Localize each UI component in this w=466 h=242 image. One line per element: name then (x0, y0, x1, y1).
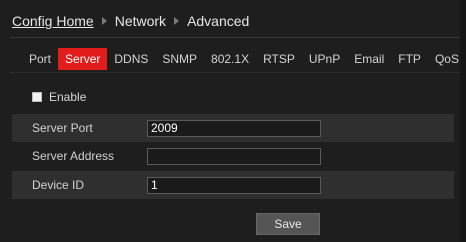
config-panel: Config Home Network Advanced Port Server… (0, 0, 466, 242)
server-port-row: Server Port (12, 114, 454, 142)
server-address-row: Server Address (12, 142, 454, 170)
header-divider (10, 37, 466, 38)
tab-rtsp[interactable]: RTSP (256, 48, 302, 70)
device-id-input[interactable] (147, 176, 321, 194)
breadcrumb-separator-icon (174, 17, 180, 25)
tab-upnp[interactable]: UPnP (302, 48, 347, 70)
breadcrumb-home-link[interactable]: Config Home (12, 13, 94, 29)
breadcrumb-network: Network (114, 13, 167, 29)
tab-email[interactable]: Email (347, 48, 391, 70)
server-port-label: Server Port (32, 121, 93, 135)
server-address-input[interactable] (147, 147, 321, 165)
device-id-row: Device ID (12, 171, 454, 199)
tab-ftp[interactable]: FTP (391, 48, 428, 70)
server-address-label: Server Address (32, 149, 115, 163)
breadcrumb-separator-icon (101, 17, 107, 25)
tab-ddns[interactable]: DDNS (107, 48, 155, 70)
tab-8021x[interactable]: 802.1X (204, 48, 256, 70)
right-edge-strip (460, 0, 466, 242)
enable-checkbox[interactable] (32, 92, 42, 102)
enable-label: Enable (49, 90, 87, 104)
server-port-input[interactable] (147, 119, 321, 137)
enable-option: Enable (32, 89, 86, 105)
tab-server[interactable]: Server (58, 48, 108, 70)
tab-port[interactable]: Port (22, 48, 58, 70)
tab-bar: Port Server DDNS SNMP 802.1X RTSP UPnP E… (22, 48, 466, 70)
tabs-divider (10, 72, 466, 73)
breadcrumb: Config Home Network Advanced (12, 11, 249, 31)
device-id-label: Device ID (32, 178, 85, 192)
breadcrumb-advanced: Advanced (187, 13, 250, 29)
tab-snmp[interactable]: SNMP (155, 48, 204, 70)
save-button[interactable]: Save (256, 213, 320, 235)
